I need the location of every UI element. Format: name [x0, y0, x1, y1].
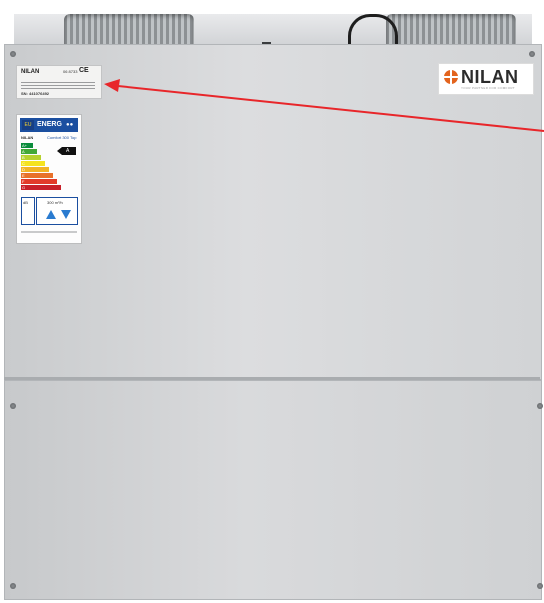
- ventilation-unit-photo: NILAN 06 8733 CE SN: 441076492 EU ENERG …: [0, 0, 544, 603]
- annotation-layer: [104, 79, 544, 132]
- annotation-arrow-line: [117, 85, 544, 132]
- annotation-arrowhead-icon: [104, 79, 120, 92]
